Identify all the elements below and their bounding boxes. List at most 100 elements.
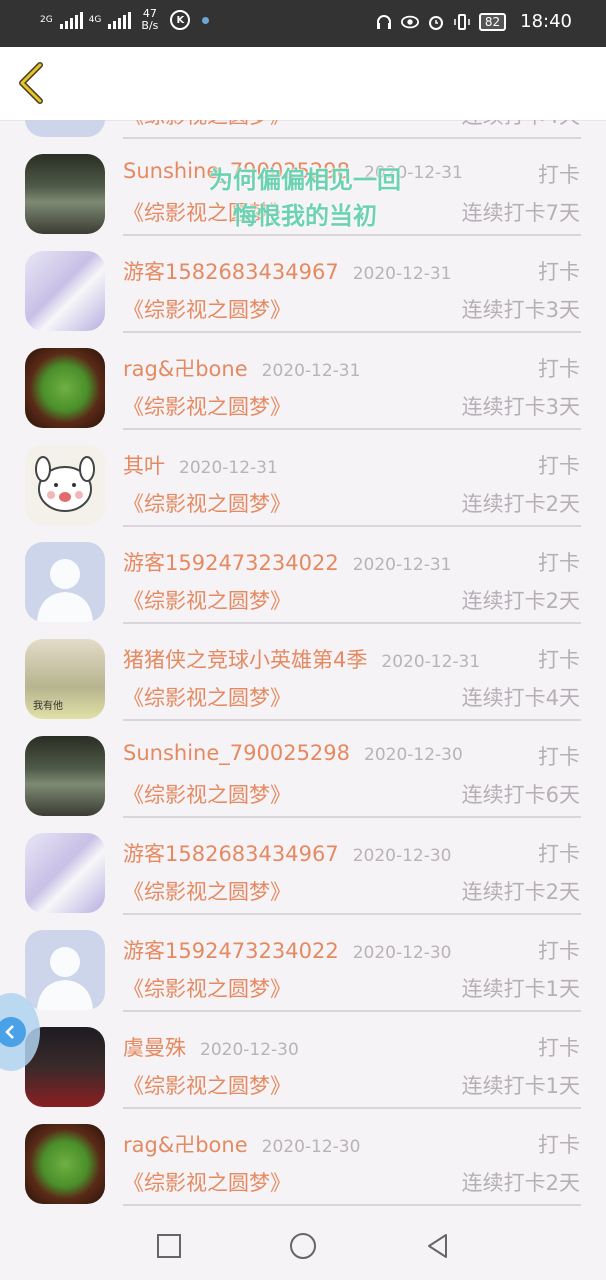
battery-icon: 82 [478,12,507,31]
user-name[interactable]: Sunshine_790025298 [123,741,350,765]
user-name[interactable]: 其叶 [123,454,165,478]
user-name[interactable]: 游客1582683434967 [123,260,339,284]
avatar[interactable]: 我有他 [25,639,105,719]
book-title[interactable]: 《综影视之圆梦》 [123,682,291,712]
user-name[interactable]: 游客1592473234022 [123,551,339,575]
headset-icon [375,13,393,31]
eye-icon [400,13,419,31]
book-title[interactable]: 《综影视之圆梦》 [123,1167,291,1197]
signal-icon [108,11,132,29]
book-title[interactable]: 《综影视之圆梦》 [123,1070,291,1100]
avatar[interactable] [25,348,105,428]
checkin-tag: 打卡 [538,1133,580,1157]
avatar[interactable] [25,930,105,1010]
signal-icon [59,11,83,29]
avatar[interactable] [25,542,105,622]
avatar[interactable] [25,1124,105,1204]
user-name[interactable]: 游客1582683434967 [123,842,339,866]
user-name-line: 虞曼殊 2020-12-30 [123,1032,299,1062]
checkin-tag: 打卡 [538,939,580,963]
book-title[interactable]: 《综影视之圆梦》 [123,391,291,421]
avatar[interactable] [25,445,105,525]
list-item[interactable]: 游客1592473234022 2020-12-31 打卡 《综影视之圆梦》 连续… [0,527,606,624]
avatar[interactable] [25,833,105,913]
triangle-back-icon [428,1234,447,1258]
avatar[interactable] [25,736,105,816]
streak-count: 连续打卡6天 [461,783,580,807]
user-name-line: rag&卍bone 2020-12-31 [123,353,360,383]
checkin-tag: 打卡 [538,260,580,284]
book-title[interactable]: 《综影视之圆梦》 [123,197,291,227]
sim1-label: 2G [40,14,53,25]
back-button[interactable] [14,61,54,105]
status-left: 2G 4G 47 B/s K [40,8,210,32]
alarm-icon [427,13,445,31]
user-name[interactable]: 虞曼殊 [123,1036,186,1060]
avatar[interactable] [25,251,105,331]
list-item[interactable]: Sunshine_790025298 2020-12-30 打卡 《综影视之圆梦》… [0,721,606,818]
checkin-tag: 打卡 [538,454,580,478]
user-name-line: 游客1582683434967 2020-12-30 [123,838,452,868]
streak-count: 连续打卡2天 [461,1171,580,1195]
sim2-label: 4G [88,14,102,25]
book-title[interactable]: 《综影视之圆梦》 [123,973,291,1003]
list-item[interactable]: 《综影视之圆梦》 连续打卡4天 [0,120,606,139]
book-title[interactable]: 《综影视之圆梦》 [123,585,291,615]
back-nav-button[interactable] [424,1232,452,1260]
checkin-list[interactable]: 《综影视之圆梦》 连续打卡4天 Sunshine_790025298 2020-1… [0,120,606,1210]
user-name[interactable]: rag&卍bone [123,1133,248,1157]
net-speed-unit: B/s [141,19,159,32]
home-button[interactable] [289,1232,317,1260]
default-user-icon [37,947,93,1010]
book-title[interactable]: 《综影视之圆梦》 [123,488,291,518]
list-item[interactable]: Sunshine_790025298 2020-12-31 打卡 《综影视之圆梦》… [0,139,606,236]
net-speed: 47 B/s [141,8,158,32]
floating-ball-icon [0,1017,26,1047]
avatar-caption: 我有他 [33,701,63,712]
streak-count: 连续打卡2天 [461,880,580,904]
checkin-tag: 打卡 [538,1036,580,1060]
checkin-tag: 打卡 [538,842,580,866]
streak-count: 连续打卡1天 [461,1074,580,1098]
streak-count: 连续打卡7天 [461,201,580,225]
recent-apps-button[interactable] [155,1232,183,1260]
streak-count: 连续打卡3天 [461,395,580,419]
checkin-date: 2020-12-30 [352,846,452,866]
checkin-date: 2020-12-31 [179,458,278,478]
default-user-icon [37,559,93,622]
user-name-line: 猪猪侠之竞球小英雄第4季 2020-12-31 [123,644,480,674]
book-title: 《综影视之圆梦》 [123,120,291,130]
book-title[interactable]: 《综影视之圆梦》 [123,876,291,906]
checkin-date: 2020-12-31 [352,555,452,575]
chevron-left-icon [19,62,43,104]
system-nav-bar [0,1210,606,1280]
avatar[interactable] [25,154,105,234]
list-item[interactable]: 我有他 猪猪侠之竞球小英雄第4季 2020-12-31 打卡 《综影视之圆梦》 连… [0,624,606,721]
divider [123,1204,581,1206]
user-name[interactable]: 猪猪侠之竞球小英雄第4季 [123,648,367,672]
list-item[interactable]: rag&卍bone 2020-12-30 打卡 《综影视之圆梦》 连续打卡2天 [0,1109,606,1206]
list-item[interactable]: 游客1592473234022 2020-12-30 打卡 《综影视之圆梦》 连续… [0,915,606,1012]
list-item[interactable]: rag&卍bone 2020-12-31 打卡 《综影视之圆梦》 连续打卡3天 [0,333,606,430]
user-name[interactable]: rag&卍bone [123,357,248,381]
notification-dot-icon [202,16,210,24]
list-item[interactable]: 游客1582683434967 2020-12-30 打卡 《综影视之圆梦》 连续… [0,818,606,915]
avatar[interactable] [25,120,105,137]
checkin-date: 2020-12-30 [352,943,452,963]
checkin-date: 2020-12-31 [261,361,361,381]
user-name-line: 游客1592473234022 2020-12-31 [123,547,452,577]
list-item[interactable]: 其叶 2020-12-31 打卡 《综影视之圆梦》 连续打卡2天 [0,430,606,527]
streak-count: 连续打卡4天 [462,120,580,130]
list-item[interactable]: 虞曼殊 2020-12-30 打卡 《综影视之圆梦》 连续打卡1天 [0,1012,606,1109]
list-item[interactable]: 游客1582683434967 2020-12-31 打卡 《综影视之圆梦》 连续… [0,236,606,333]
checkin-tag: 打卡 [538,745,580,769]
user-name[interactable]: Sunshine_790025298 [123,159,350,183]
checkin-date: 2020-12-30 [200,1040,299,1060]
book-title[interactable]: 《综影视之圆梦》 [123,294,291,324]
checkin-tag: 打卡 [538,551,580,575]
user-name-line: Sunshine_790025298 2020-12-31 [123,159,463,183]
user-name[interactable]: 游客1592473234022 [123,939,339,963]
clock: 18:40 [520,11,572,32]
book-title[interactable]: 《综影视之圆梦》 [123,779,291,809]
status-right: 82 18:40 [375,11,572,32]
